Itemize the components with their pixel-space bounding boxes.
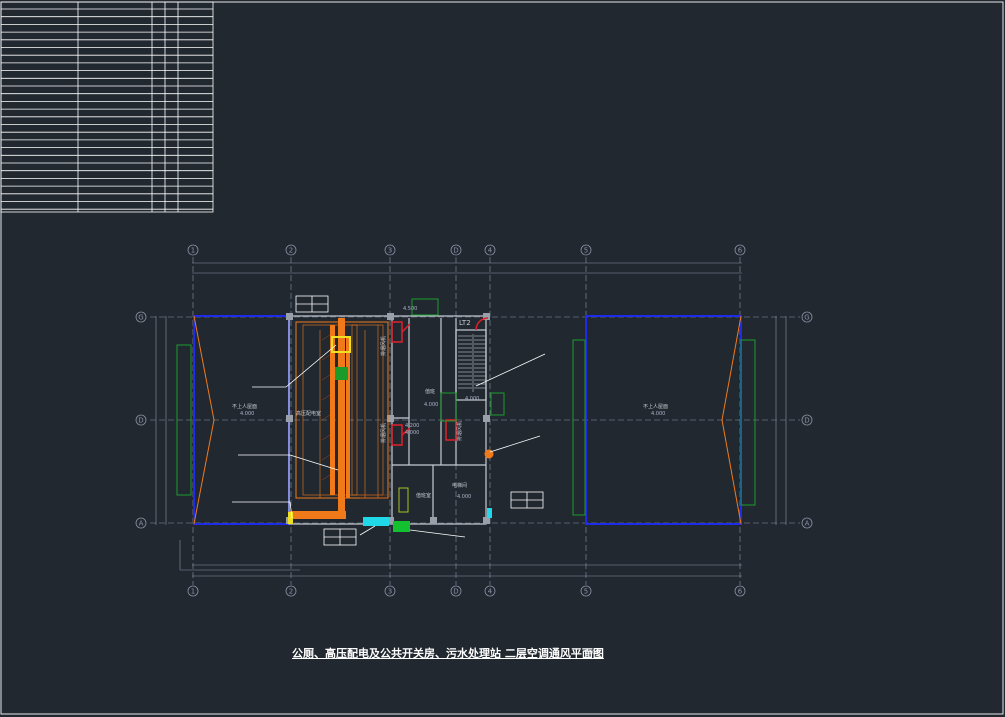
col-bubble-label: 6 xyxy=(738,247,743,255)
col-bubble-label: 2 xyxy=(289,247,293,255)
label-right-roof-elev: 4.000 xyxy=(651,411,665,417)
label-right-roof: 不上人屋面 xyxy=(643,403,668,410)
col-bubble-label: 6 xyxy=(738,588,743,596)
row-bubble-label: A xyxy=(805,520,810,528)
row-bubble-label: D xyxy=(138,417,143,425)
label-bottom-elev2: 4.000 xyxy=(405,430,419,436)
label-stair: LT2 xyxy=(459,319,471,327)
cad-drawing-canvas: 1 1 2 2 3 3 D D 4 4 5 5 6 6 G G D D A A 不上人屋面 4.000 不上人屋… xyxy=(0,1,1004,715)
drawing-title: 公厕、高压配电及公共开关房、污水处理站 二层空调通风平面图 xyxy=(292,647,604,660)
label-room-lower-elev: 4.000 xyxy=(457,494,471,500)
row-bubble-label: G xyxy=(138,314,143,322)
label-room-lower: 电梯间 xyxy=(452,482,467,489)
col-bubble-label: 3 xyxy=(388,247,392,255)
label-top-elev: 4.500 xyxy=(403,306,417,312)
label-left-roof-elev: 4.000 xyxy=(240,411,254,417)
label-exhaust-right: 排烟风机 xyxy=(456,421,463,441)
col-bubble-label: 1 xyxy=(191,247,195,255)
col-bubble-label: 4 xyxy=(488,588,493,596)
col-bubble-label: 2 xyxy=(289,588,293,596)
axis-grid: 1 1 2 2 3 3 D D 4 4 5 5 6 6 G G D D A A xyxy=(135,244,813,597)
col-bubble-label: 5 xyxy=(584,247,588,255)
col-bubble-label: D xyxy=(453,247,458,255)
room-labels: 不上人屋面 4.000 不上人屋面 4.000 高压配电室 LT2 值班 4.0… xyxy=(232,306,668,500)
label-left-roof: 不上人屋面 xyxy=(232,403,257,410)
col-bubble-label: 1 xyxy=(191,588,195,596)
col-bubble-label: D xyxy=(453,588,458,596)
label-distribution-room: 高压配电室 xyxy=(296,410,321,417)
col-bubble-label: 4 xyxy=(488,247,493,255)
row-bubble-label: A xyxy=(139,520,144,528)
col-bubble-label: 3 xyxy=(388,588,392,596)
row-bubble-label: G xyxy=(804,314,809,322)
dimension-lines xyxy=(155,262,787,577)
col-bubble-label: 5 xyxy=(584,588,588,596)
label-exhaust-left: 排烟风机 xyxy=(380,336,387,356)
label-exhaust-left2: 排烟风机 xyxy=(380,423,387,443)
revision-table xyxy=(0,1,214,213)
label-stair-elev: 4.000 xyxy=(465,396,479,402)
drawing-scale: 1:100 xyxy=(584,650,599,656)
label-room-middle-elev: 4.000 xyxy=(424,402,438,408)
label-bottom-elev1: 4.200 xyxy=(405,423,419,429)
label-room-middle: 值班 xyxy=(425,388,435,395)
label-room-small: 值班室 xyxy=(416,492,431,499)
row-bubble-label: D xyxy=(804,417,809,425)
